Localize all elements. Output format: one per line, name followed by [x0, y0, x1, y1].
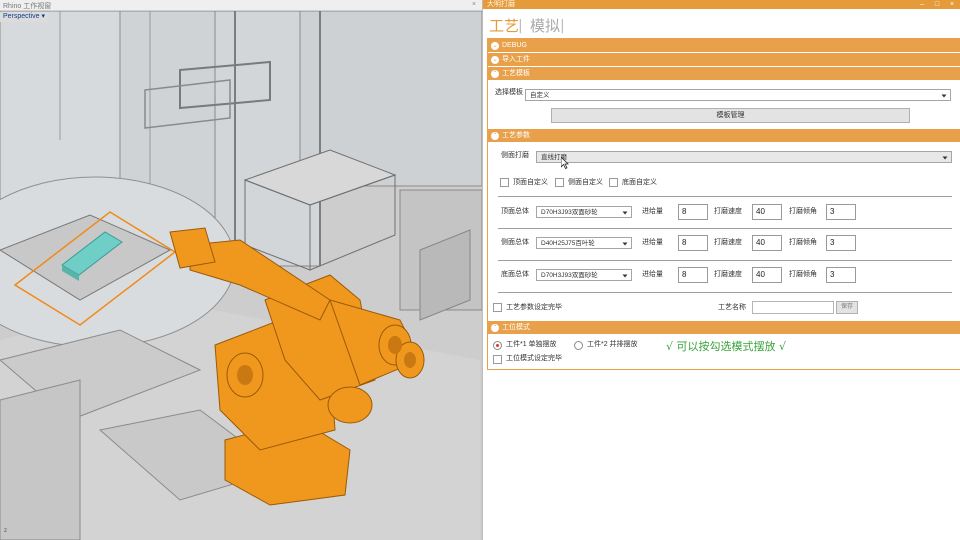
3d-scene[interactable]: [0, 11, 482, 540]
double-placement-radio[interactable]: [574, 341, 583, 350]
axis-indicator: z: [4, 528, 7, 534]
section-template-label: 工艺模板: [502, 70, 530, 77]
tool-value: D70H3J93双面砂轮: [541, 272, 598, 279]
panel-window-title: 大明打磨: [487, 1, 515, 8]
angle-input[interactable]: 3: [826, 204, 856, 220]
viewport-perspective-label[interactable]: Perspective ▾: [0, 12, 49, 22]
chevron-down-icon: ⌄: [491, 42, 499, 50]
tool-value: D70H3J93双面砂轮: [541, 209, 598, 216]
row-label: 底面总体: [501, 271, 529, 278]
chevron-down-icon: [622, 242, 628, 246]
tab-separator: |: [518, 18, 523, 34]
annotation-text: √ 可以按勾选模式摆放 √: [666, 340, 787, 353]
top-custom-label: 顶面自定义: [513, 179, 548, 186]
save-button[interactable]: 保存: [836, 301, 858, 314]
viewport-view-name: Perspective: [3, 13, 40, 20]
chevron-up-icon: ⌃: [491, 324, 499, 332]
chevron-up-icon: ⌃: [491, 132, 499, 140]
section-import-header[interactable]: ⌄ 导入工件: [488, 53, 960, 67]
speed-input[interactable]: 40: [752, 235, 782, 251]
mode-done-label: 工位模式设定完毕: [506, 355, 562, 362]
mouse-cursor-icon: [561, 157, 569, 169]
angle-label: 打磨倾角: [789, 239, 817, 246]
chevron-down-icon: [942, 156, 948, 160]
feed-label: 进给量: [642, 208, 663, 215]
process-name-input[interactable]: [752, 301, 834, 314]
section-import-label: 导入工件: [502, 56, 530, 63]
chevron-down-icon: [941, 94, 947, 98]
close-button[interactable]: ×: [945, 0, 959, 9]
section-station-header[interactable]: ⌃ 工位模式: [488, 321, 960, 335]
side-custom-label: 侧面自定义: [568, 179, 603, 186]
chevron-down-icon: [622, 274, 628, 278]
view-dropdown-icon: ▾: [41, 13, 46, 20]
side-grind-label: 侧面打磨: [501, 152, 529, 159]
params-done-label: 工艺参数设定完毕: [506, 304, 562, 311]
section-params-label: 工艺参数: [502, 132, 530, 139]
angle-input[interactable]: 3: [826, 267, 856, 283]
speed-input[interactable]: 40: [752, 204, 782, 220]
template-select[interactable]: 自定义: [525, 89, 951, 101]
panel-body: ⌄ DEBUG ⌄ 导入工件 ⌃ 工艺模板 选择模板 自定义 模板管理 ⌃ 工艺…: [487, 38, 960, 370]
maximize-button[interactable]: □: [930, 0, 944, 9]
section-station-label: 工位模式: [502, 324, 530, 331]
template-manage-button[interactable]: 模板管理: [551, 108, 910, 123]
panel-titlebar: 大明打磨 – □ ×: [483, 0, 960, 9]
section-template-header[interactable]: ⌃ 工艺模板: [488, 67, 960, 81]
feed-input[interactable]: 8: [678, 235, 708, 251]
tab-process[interactable]: 工艺: [489, 17, 519, 35]
template-select-label: 选择模板: [495, 89, 523, 96]
process-name-label: 工艺名称: [718, 304, 746, 311]
mode-done-checkbox[interactable]: [493, 355, 502, 364]
feed-input[interactable]: 8: [678, 267, 708, 283]
row-label: 侧面总体: [501, 239, 529, 246]
minimize-button[interactable]: –: [915, 0, 929, 9]
top-custom-checkbox[interactable]: [500, 178, 509, 187]
chevron-down-icon: [622, 211, 628, 215]
double-placement-label: 工件*2 并排摆放: [587, 341, 638, 348]
feed-label: 进给量: [642, 271, 663, 278]
feed-label: 进给量: [642, 239, 663, 246]
divider: [498, 292, 952, 293]
bottom-custom-checkbox[interactable]: [609, 178, 618, 187]
speed-label: 打磨速度: [714, 271, 742, 278]
tool-select[interactable]: D70H3J93双面砂轮: [536, 269, 632, 281]
side-grind-select[interactable]: 直线打磨: [536, 151, 952, 163]
panel-tab-header: 工艺 | 模拟 |: [483, 9, 960, 38]
speed-label: 打磨速度: [714, 208, 742, 215]
angle-label: 打磨倾角: [789, 271, 817, 278]
rhino-viewport-window[interactable]: Rhino 工作视窗 × Perspective ▾ z: [0, 0, 482, 540]
chevron-down-icon: ⌄: [491, 56, 499, 64]
section-debug-label: DEBUG: [502, 42, 527, 49]
section-params-header[interactable]: ⌃ 工艺参数: [488, 129, 960, 143]
speed-input[interactable]: 40: [752, 267, 782, 283]
section-debug-header[interactable]: ⌄ DEBUG: [488, 39, 960, 53]
chevron-up-icon: ⌃: [491, 70, 499, 78]
single-placement-radio[interactable]: [493, 341, 502, 350]
tool-select[interactable]: D70H3J93双面砂轮: [536, 206, 632, 218]
params-done-checkbox[interactable]: [493, 303, 502, 312]
tab-separator: |: [560, 18, 565, 34]
tool-select[interactable]: D40H25J75百叶轮: [536, 237, 632, 249]
divider: [498, 260, 952, 261]
side-custom-checkbox[interactable]: [555, 178, 564, 187]
single-placement-label: 工件*1 单独摆放: [506, 341, 557, 348]
bottom-custom-label: 底面自定义: [622, 179, 657, 186]
tool-value: D40H25J75百叶轮: [541, 240, 595, 247]
template-select-value: 自定义: [530, 92, 550, 99]
viewport-window-title: Rhino 工作视窗: [3, 3, 52, 10]
viewport-close-button[interactable]: ×: [468, 1, 480, 9]
grinding-panel: 大明打磨 – □ × 工艺 | 模拟 | ⌄ DEBUG ⌄ 导入工件 ⌃ 工艺…: [482, 0, 960, 540]
divider: [498, 196, 952, 197]
tab-simulate[interactable]: 模拟: [530, 17, 560, 35]
feed-input[interactable]: 8: [678, 204, 708, 220]
angle-input[interactable]: 3: [826, 235, 856, 251]
viewport-titlebar: Rhino 工作视窗 ×: [0, 0, 482, 11]
angle-label: 打磨倾角: [789, 208, 817, 215]
divider: [498, 228, 952, 229]
row-label: 顶面总体: [501, 208, 529, 215]
speed-label: 打磨速度: [714, 239, 742, 246]
